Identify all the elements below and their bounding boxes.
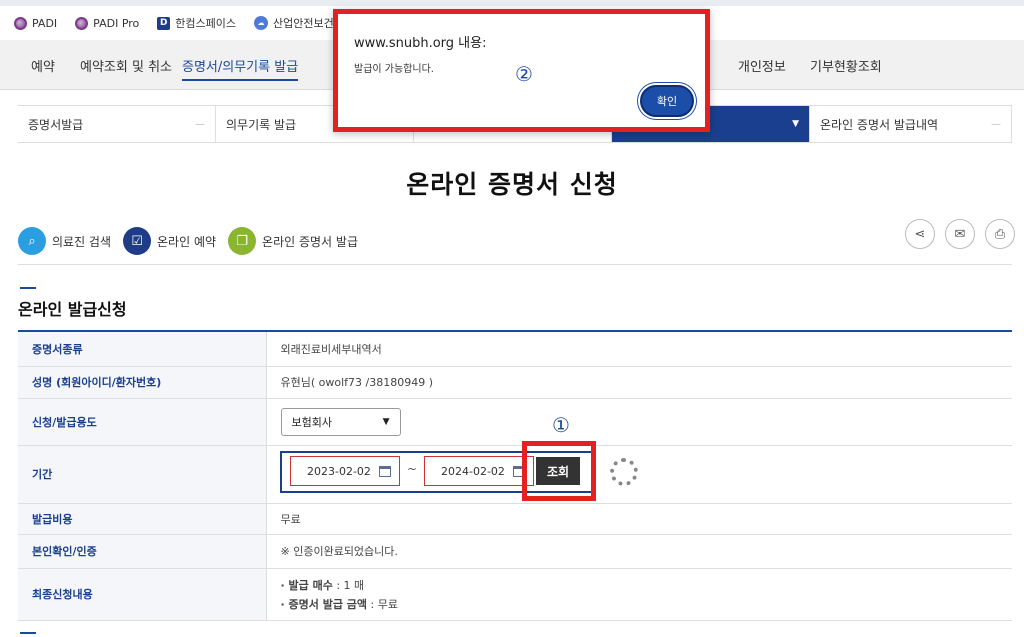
bookmark-padi-pro[interactable]: PADI Pro [75, 16, 140, 30]
page-title: 온라인 증명서 신청 [406, 170, 618, 199]
summary-count-key: · 발급 매수 [280, 578, 333, 592]
calendar-check-icon: ☑ [123, 227, 152, 255]
summary-count-value: : 1 매 [332, 578, 365, 592]
divider [18, 264, 1012, 265]
bookmark-label: PADI [32, 16, 58, 30]
bookmark-padi[interactable]: PADI [14, 16, 58, 30]
form-row-name: 성명 (회원아이디/환자번호) 유현님( owolf73 /38180949 ) [18, 366, 1012, 399]
shortcut-doctor-search[interactable]: ⌕ 의료진 검색 [18, 227, 111, 255]
bookmark-hancom-space[interactable]: D 한컴스페이스 [157, 15, 236, 31]
page-tools: ⋖ ✉ ⎙ [905, 219, 1015, 249]
chevron-down-icon: ▼ [382, 416, 390, 427]
section-accent [20, 632, 36, 634]
subnav-label: 증명서발급 [28, 117, 84, 132]
name-value: 유현님( owolf73 /38180949 ) [266, 366, 1012, 399]
summary-amount-value: : 무료 [367, 597, 398, 611]
step-marker-two: ② [515, 62, 533, 86]
form-row-auth: 본인확인/인증 ※ 인증이완료되었습니다. [18, 534, 1012, 569]
nav-certificates[interactable]: 증명서/의무기록 발급 [182, 56, 299, 81]
date-from-value: 2023-02-02 [307, 464, 371, 478]
bookmark-label: 한컴스페이스 [175, 17, 237, 30]
summary-amount-key: · 증명서 발급 금액 [280, 597, 368, 611]
shortcut-online-reservation[interactable]: ☑ 온라인 예약 [123, 227, 216, 255]
shortcut-online-certificate[interactable]: ❐ 온라인 증명서 발급 [228, 227, 358, 255]
purpose-selected-value: 보험회사 [291, 415, 332, 429]
field-label: 기간 [18, 445, 267, 504]
form-row-summary: 최종신청내용 · 발급 매수 : 1 매 · 증명서 발급 금액 : 무료 [18, 568, 1013, 621]
cloud-icon: ☁ [254, 16, 269, 30]
print-icon[interactable]: ⎙ [985, 219, 1015, 249]
subnav-online-history[interactable]: 온라인 증명서 발급내역 — [810, 106, 1012, 142]
subnav-certificate-issue[interactable]: 증명서발급 — [18, 106, 216, 142]
date-to-input[interactable]: 2024-02-02 [424, 456, 534, 486]
purpose-select[interactable]: 보험회사 ▼ [280, 407, 401, 436]
fee-value: 무료 [266, 503, 1012, 535]
shortcut-label: 온라인 예약 [157, 234, 217, 249]
cert-type-value: 외래진료비세부내역서 [266, 331, 1012, 367]
document-copy-icon: ❐ [228, 227, 257, 255]
nav-donation-status[interactable]: 기부현황조회 [810, 56, 882, 75]
summary-amount: · 증명서 발급 금액 : 무료 [281, 596, 1013, 612]
globe-icon [75, 16, 89, 30]
bookmark-label: PADI Pro [93, 16, 140, 30]
field-label: 신청/발급용도 [18, 398, 267, 446]
calendar-icon[interactable] [379, 465, 391, 477]
globe-icon [14, 16, 27, 30]
search-icon: ⌕ [18, 227, 46, 255]
dialog-title: www.snubh.org 내용: [354, 36, 487, 51]
section-title: 온라인 발급신청 [18, 300, 127, 319]
date-to-value: 2024-02-02 [441, 464, 505, 478]
nav-reservation[interactable]: 예약 [31, 56, 55, 75]
dash-icon: — [991, 118, 1001, 130]
date-separator: ~ [407, 462, 418, 476]
search-button[interactable]: 조회 [536, 457, 580, 485]
field-label: 최종신청내용 [18, 568, 267, 621]
date-from-input[interactable]: 2023-02-02 [290, 456, 400, 486]
loading-spinner-icon [610, 458, 638, 486]
shortcut-links: ⌕ 의료진 검색 ☑ 온라인 예약 ❐ 온라인 증명서 발급 [18, 227, 358, 255]
nav-reservation-lookup[interactable]: 예약조회 및 취소 [80, 56, 172, 75]
shortcut-label: 의료진 검색 [52, 234, 112, 249]
section-accent [20, 287, 36, 289]
field-label: 발급비용 [18, 503, 267, 535]
field-label: 본인확인/인증 [18, 534, 267, 569]
chevron-down-icon: ▼ [792, 119, 799, 129]
auth-status: ※ 인증이완료되었습니다. [266, 534, 1012, 569]
alert-dialog: www.snubh.org 내용: 발급이 가능합니다. ② 확인 [333, 9, 710, 132]
form-row-purpose: 신청/발급용도 보험회사 ▼ [18, 398, 1012, 446]
field-label: 증명서종류 [18, 331, 267, 367]
nav-personal-info[interactable]: 개인정보 [738, 56, 786, 75]
shortcut-label: 온라인 증명서 발급 [262, 234, 358, 249]
share-icon[interactable]: ⋖ [905, 219, 935, 249]
summary-count: · 발급 매수 : 1 매 [281, 577, 1013, 593]
step-marker-one: ① [552, 413, 570, 437]
subnav-label: 의무기록 발급 [226, 117, 297, 132]
form-row-fee: 발급비용 무료 [18, 503, 1012, 535]
subnav-label: 온라인 증명서 발급내역 [820, 117, 939, 132]
dialog-message: 발급이 가능합니다. [354, 64, 434, 75]
dash-icon: — [195, 118, 205, 130]
form-row-cert-type: 증명서종류 외래진료비세부내역서 [18, 331, 1012, 367]
field-label: 성명 (회원아이디/환자번호) [18, 366, 267, 399]
mail-icon[interactable]: ✉ [945, 219, 975, 249]
d-logo-icon: D [157, 16, 171, 30]
dialog-ok-button[interactable]: 확인 [640, 85, 694, 117]
